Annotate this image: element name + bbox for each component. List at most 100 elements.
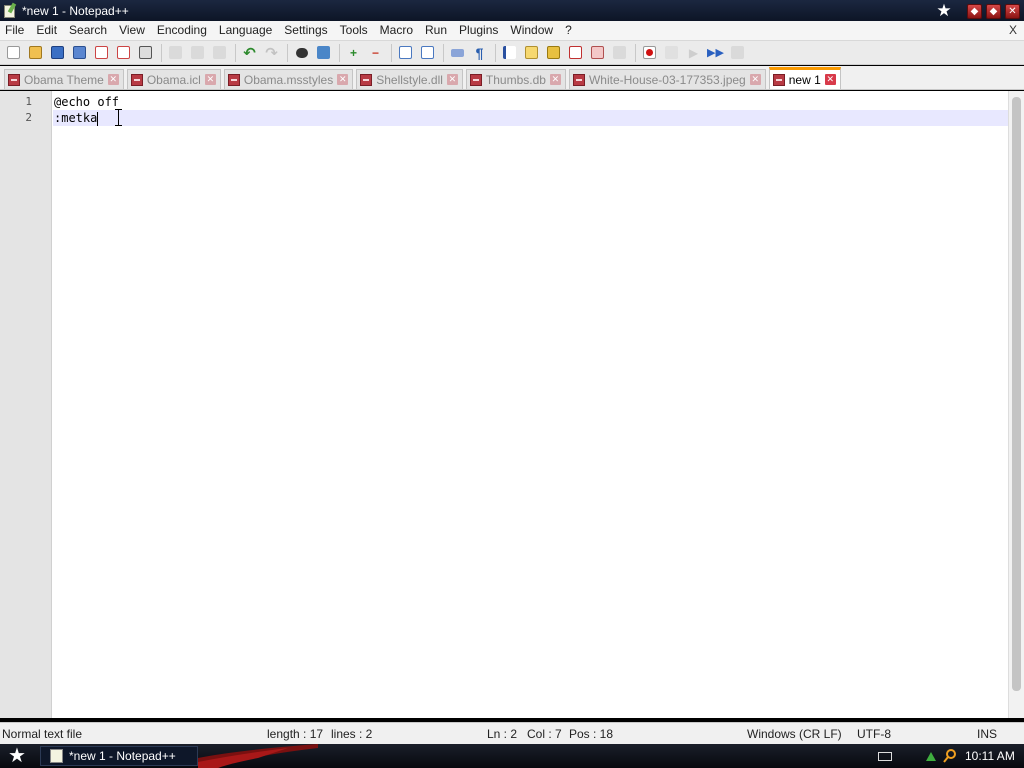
status-pos: Pos : 18 [569, 727, 614, 741]
status-col: Col : 7 [527, 727, 562, 741]
taskbar-red-stripe-decoration [198, 744, 318, 768]
replace-icon[interactable] [315, 44, 332, 61]
tab-label: new 1 [788, 72, 821, 87]
status-bar: Normal text file length : 17 lines : 2 L… [0, 722, 1024, 744]
status-ln: Ln : 2 [487, 727, 518, 741]
indent-guide-icon[interactable] [501, 44, 518, 61]
tab-obama-icl[interactable]: Obama.icl ✕ [126, 69, 221, 89]
tab-shellstyle-dll[interactable]: Shellstyle.dll ✕ [356, 69, 463, 89]
tab-white-house-jpeg[interactable]: White-House-03-177353.jpeg ✕ [568, 69, 766, 89]
code-line-text: :metka [54, 111, 98, 125]
cut-icon[interactable] [167, 44, 184, 61]
status-eol[interactable]: Windows (CR LF) [747, 723, 842, 745]
code-line-current[interactable]: :metka [53, 110, 1008, 126]
editor-area[interactable]: 1 2 @echo off :metka [0, 91, 1024, 718]
save-icon[interactable] [49, 44, 66, 61]
scrollbar-thumb[interactable] [1012, 97, 1021, 691]
save-all-icon[interactable] [71, 44, 88, 61]
tab-obama-msstyles[interactable]: Obama.msstyles ✕ [223, 69, 354, 89]
tab-new-1[interactable]: new 1 ✕ [768, 67, 841, 89]
open-file-icon[interactable] [27, 44, 44, 61]
run-macro-multiple-icon[interactable]: ▶▶ [707, 44, 724, 61]
status-insert-mode[interactable]: INS [977, 723, 997, 745]
menu-edit[interactable]: Edit [30, 21, 63, 40]
document-icon [469, 73, 482, 86]
menu-file[interactable]: File [0, 21, 30, 40]
maximize-button[interactable]: ◆ [986, 3, 1001, 19]
menu-search[interactable]: Search [63, 21, 113, 40]
tab-close-icon[interactable]: ✕ [107, 74, 119, 85]
function-list-icon[interactable] [567, 44, 584, 61]
menu-encoding[interactable]: Encoding [151, 21, 213, 40]
monitoring-icon[interactable] [611, 44, 628, 61]
save-macro-icon[interactable] [729, 44, 746, 61]
network-icon[interactable] [924, 749, 938, 763]
close-icon[interactable] [93, 44, 110, 61]
copy-icon[interactable] [189, 44, 206, 61]
ibeam-cursor-icon [114, 109, 123, 126]
tab-close-icon[interactable]: ✕ [337, 74, 349, 85]
close-window-button[interactable]: ✕ [1005, 3, 1020, 19]
line-number-gutter[interactable]: 1 2 [0, 91, 52, 718]
search-tray-icon[interactable] [943, 749, 957, 763]
menu-bar: File Edit Search View Encoding Language … [0, 21, 1024, 40]
record-macro-icon[interactable] [641, 44, 658, 61]
taskbar-notepad-button[interactable]: *new 1 - Notepad++ [40, 746, 198, 766]
tab-obama-theme[interactable]: Obama Theme ✕ [4, 69, 124, 89]
sync-vertical-icon[interactable] [397, 44, 414, 61]
toolbar-separator [635, 43, 636, 62]
undo-icon[interactable]: ↶ [241, 44, 258, 62]
print-icon[interactable] [137, 44, 154, 61]
status-encoding[interactable]: UTF-8 [857, 723, 891, 745]
paste-icon[interactable] [211, 44, 228, 61]
new-file-icon[interactable] [5, 44, 22, 61]
line-number: 2 [25, 111, 32, 124]
tab-close-icon[interactable]: ✕ [549, 74, 561, 85]
tab-close-icon[interactable]: ✕ [446, 74, 458, 85]
window-title: *new 1 - Notepad++ [22, 3, 129, 18]
menu-window[interactable]: Window [504, 21, 559, 40]
sync-horizontal-icon[interactable] [419, 44, 436, 61]
close-document-button[interactable]: X [1009, 21, 1017, 40]
find-icon[interactable] [293, 44, 310, 61]
start-star-icon[interactable]: ★ [6, 746, 28, 766]
menu-help[interactable]: ? [559, 21, 578, 40]
toolbar-separator [443, 43, 444, 62]
playback-macro-icon[interactable]: ▶ [685, 44, 702, 61]
menu-settings[interactable]: Settings [278, 21, 333, 40]
document-icon [130, 73, 143, 86]
tab-thumbs-db[interactable]: Thumbs.db ✕ [465, 69, 566, 89]
menu-language[interactable]: Language [213, 21, 278, 40]
keyboard-icon[interactable] [878, 752, 892, 761]
toolbar-separator [339, 43, 340, 62]
tab-close-icon[interactable]: ✕ [749, 74, 761, 85]
tab-close-icon[interactable]: ✕ [824, 74, 836, 85]
show-all-chars-icon[interactable]: ¶ [471, 44, 488, 61]
menu-plugins[interactable]: Plugins [453, 21, 504, 40]
document-tab-bar: Obama Theme ✕ Obama.icl ✕ Obama.msstyles… [0, 66, 1024, 90]
close-all-icon[interactable] [115, 44, 132, 61]
document-map-icon[interactable] [545, 44, 562, 61]
menu-run[interactable]: Run [419, 21, 453, 40]
stop-recording-icon[interactable] [663, 44, 680, 61]
notepad-app-icon[interactable] [3, 2, 17, 18]
document-icon [772, 73, 785, 86]
clock[interactable]: 10:11 AM [965, 744, 1015, 768]
zoom-out-icon[interactable]: − [367, 44, 384, 61]
document-icon [360, 73, 373, 86]
tab-label: White-House-03-177353.jpeg [588, 72, 746, 87]
vertical-scrollbar[interactable] [1008, 91, 1024, 718]
taskbar-task-label: *new 1 - Notepad++ [69, 749, 176, 763]
document-icon [8, 73, 20, 86]
redo-icon[interactable]: ↷ [263, 44, 280, 62]
code-line[interactable]: @echo off [53, 94, 1008, 110]
menu-tools[interactable]: Tools [334, 21, 374, 40]
menu-view[interactable]: View [113, 21, 151, 40]
word-wrap-icon[interactable] [449, 44, 466, 61]
user-language-icon[interactable] [523, 44, 540, 61]
folder-as-workspace-icon[interactable] [589, 44, 606, 61]
menu-macro[interactable]: Macro [374, 21, 419, 40]
tab-close-icon[interactable]: ✕ [204, 74, 216, 85]
zoom-in-icon[interactable]: + [345, 44, 362, 61]
minimize-button[interactable]: ◆ [967, 3, 982, 19]
